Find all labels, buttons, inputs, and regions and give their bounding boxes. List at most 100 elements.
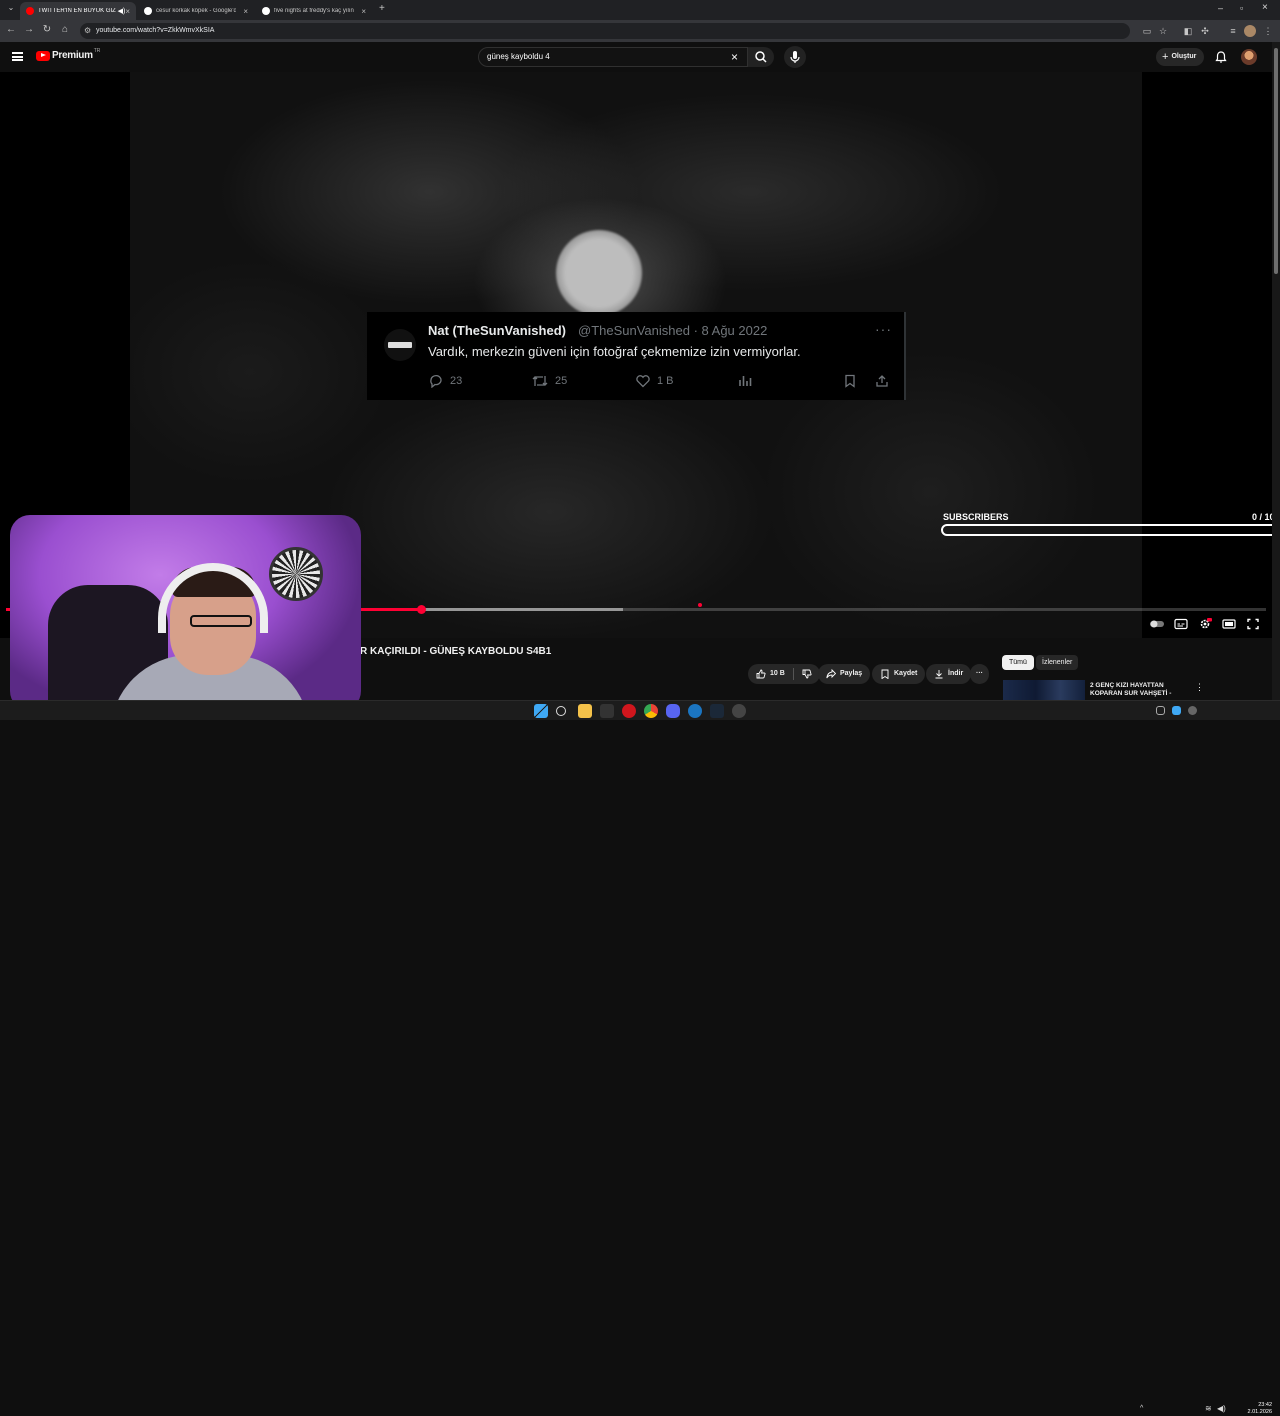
windows-taskbar: ^ ≋ ◀) 23:42 2.01.2026: [0, 700, 1280, 1415]
like-divider: [792, 668, 794, 680]
settings-gear-icon[interactable]: [1198, 618, 1212, 630]
puzzle-icon[interactable]: ✣: [1199, 25, 1211, 37]
save-bookmark-icon: [881, 669, 889, 679]
close-window-button[interactable]: ×: [1262, 2, 1268, 13]
search-icon: [755, 51, 767, 63]
views-chart-icon: [739, 376, 752, 386]
forward-icon[interactable]: →: [22, 24, 36, 35]
tweet-like: 1 B: [635, 374, 674, 388]
home-icon[interactable]: ⌂: [58, 24, 72, 35]
tray-chevron-icon[interactable]: ^: [1140, 1405, 1143, 1412]
create-button[interactable]: + Oluştur: [1156, 48, 1205, 66]
reply-icon: [430, 374, 442, 388]
bookmark-star-icon[interactable]: ☆: [1157, 25, 1169, 37]
chip-watched[interactable]: İzlenenler: [1036, 655, 1079, 670]
minimize-button[interactable]: –: [1218, 3, 1223, 13]
save-label: Kaydet: [894, 670, 918, 677]
tab-fnaf-search[interactable]: five nights at freddy's kaç yılında ×: [256, 2, 372, 20]
subscribers-goal-bar: [941, 524, 1272, 536]
download-button[interactable]: İndir: [926, 664, 972, 684]
autoplay-toggle-icon[interactable]: [1149, 618, 1165, 630]
share-upload-icon: [876, 375, 888, 387]
subscribers-goal-label: SUBSCRIBERS: [943, 512, 1009, 522]
epic-games-icon[interactable]: [600, 704, 614, 718]
maximize-button[interactable]: ▫: [1240, 3, 1243, 13]
extension-icon[interactable]: ◧: [1182, 25, 1194, 37]
share-button[interactable]: Paylaş: [818, 664, 871, 684]
tab-google-search[interactable]: cesur korkak köpek - Google'da ×: [138, 2, 254, 20]
tweet-author-name: Nat (TheSunVanished): [428, 323, 566, 338]
close-tab-icon[interactable]: ×: [125, 7, 130, 16]
download-icon: [935, 670, 943, 679]
wifi-icon[interactable]: ≋: [1205, 1404, 1212, 1413]
browser-menu-icon[interactable]: ⋮: [1262, 25, 1274, 37]
speaker-icon[interactable]: ◀): [118, 7, 126, 15]
reply-count: 23: [450, 375, 463, 387]
recommendation-more-icon[interactable]: ⋮: [1195, 682, 1204, 693]
recommendation-title[interactable]: 2 GENÇ KIZI HAYATTAN KOPARAN SUR VAHŞETİ…: [1090, 682, 1186, 698]
chrome-icon[interactable]: [644, 704, 658, 718]
share-label: Paylaş: [840, 670, 863, 677]
download-label: İndir: [948, 670, 964, 677]
notifications-bell-icon[interactable]: [1214, 50, 1228, 64]
reading-list-icon[interactable]: ≡: [1227, 25, 1239, 37]
recommendation-thumbnail[interactable]: [1003, 680, 1085, 700]
search-input[interactable]: güneş kayboldu 4: [478, 47, 748, 67]
site-info-icon[interactable]: ⚙: [84, 26, 91, 35]
glasses-image: [190, 615, 252, 627]
back-icon[interactable]: ←: [4, 24, 18, 35]
tray-mic-icon[interactable]: [1188, 706, 1197, 715]
microphone-icon: [790, 51, 800, 63]
new-tab-button[interactable]: +: [379, 3, 385, 14]
taskbar-clock[interactable]: 23:42 2.01.2026: [1242, 1402, 1272, 1416]
obs-icon[interactable]: [732, 704, 746, 718]
hamburger-menu-icon[interactable]: [12, 52, 23, 61]
tweet-views: [738, 374, 752, 388]
thumbs-down-icon[interactable]: [802, 669, 812, 679]
tweet-bookmark: [843, 374, 857, 388]
telegram-icon[interactable]: [688, 704, 702, 718]
profile-icon[interactable]: [1244, 25, 1256, 37]
youtube-favicon-icon: [26, 7, 34, 15]
account-avatar[interactable]: [1241, 49, 1257, 65]
youtube-play-icon: [36, 50, 50, 61]
more-actions-button[interactable]: ···: [970, 664, 989, 684]
subtitles-icon[interactable]: [1174, 618, 1188, 630]
voice-search-button[interactable]: [784, 46, 806, 68]
tray-app-icon[interactable]: [1156, 706, 1165, 715]
reload-icon[interactable]: ↻: [40, 24, 54, 35]
theater-mode-icon[interactable]: [1222, 618, 1236, 630]
tweet-share: [875, 374, 889, 388]
volume-icon[interactable]: ◀): [1217, 1404, 1226, 1413]
clear-search-icon[interactable]: ×: [731, 50, 738, 64]
windows-start-icon[interactable]: [534, 704, 548, 718]
file-explorer-icon[interactable]: [578, 704, 592, 718]
like-button[interactable]: 10 B: [748, 664, 820, 684]
close-tab-icon[interactable]: ×: [361, 7, 366, 16]
taskbar-search-icon[interactable]: [556, 706, 566, 716]
search-button[interactable]: [748, 47, 774, 67]
share-arrow-icon: [826, 669, 836, 679]
scrollbar-thumb[interactable]: [1274, 48, 1278, 274]
tab-title: TWITTER'IN EN BÜYÜK GİZ: [38, 8, 116, 14]
tab-twitter[interactable]: TWITTER'IN EN BÜYÜK GİZ ◀) ×: [20, 2, 136, 20]
fullscreen-icon[interactable]: [1246, 618, 1260, 630]
opera-gx-icon[interactable]: [622, 704, 636, 718]
plus-icon: +: [1162, 51, 1169, 63]
tweet-handle-date: @TheSunVanished · 8 Ağu 2022: [578, 323, 768, 338]
steam-icon[interactable]: [710, 704, 724, 718]
tray-cloud-icon[interactable]: [1172, 706, 1181, 715]
bookmark-icon: [845, 374, 855, 388]
url-field[interactable]: youtube.com/watch?v=ZkkWmvXkSIA: [80, 23, 1130, 39]
tweet-more-icon: ···: [875, 321, 892, 337]
cast-icon[interactable]: ▭: [1141, 25, 1153, 37]
logo-region: TR: [93, 47, 101, 54]
close-tab-icon[interactable]: ×: [243, 7, 248, 16]
youtube-premium-logo[interactable]: Premium TR: [36, 47, 101, 61]
clock-date: 2.01.2026: [1247, 1409, 1272, 1415]
tab-search-icon[interactable]: ⌄: [4, 3, 18, 12]
moon-image: [556, 230, 642, 316]
discord-icon[interactable]: [666, 704, 680, 718]
chip-all[interactable]: Tümü: [1002, 655, 1034, 670]
save-button[interactable]: Kaydet: [872, 664, 926, 684]
